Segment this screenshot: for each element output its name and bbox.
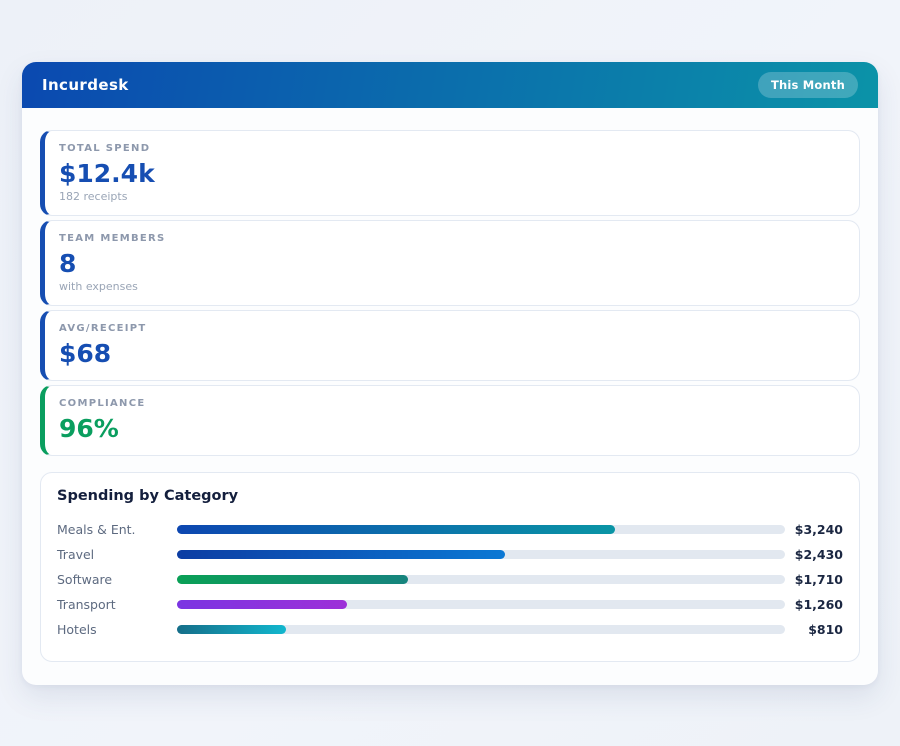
category-value: $2,430 (785, 547, 843, 562)
app-body: TOTAL SPEND $12.4k 182 receipts TEAM MEM… (22, 108, 878, 662)
app-header: Incurdesk This Month (22, 62, 878, 108)
stat-label: COMPLIANCE (59, 397, 843, 411)
app-title: Incurdesk (42, 76, 129, 94)
stat-label: AVG/RECEIPT (59, 322, 843, 336)
stat-sub: with expenses (59, 279, 843, 294)
bar-fill (177, 550, 505, 559)
period-badge-button[interactable]: This Month (758, 72, 858, 98)
bar-fill (177, 625, 286, 634)
stat-card-avg-receipt: AVG/RECEIPT $68 (40, 310, 860, 381)
spending-by-category-card: Spending by Category Meals & Ent. $3,240… (40, 472, 860, 662)
bar-fill (177, 575, 408, 584)
bar-track (177, 575, 785, 584)
bar-fill (177, 600, 347, 609)
category-label: Travel (57, 547, 177, 562)
category-value: $1,260 (785, 597, 843, 612)
chart-row-software: Software $1,710 (57, 567, 843, 592)
category-label: Software (57, 572, 177, 587)
stat-value: $12.4k (59, 158, 843, 189)
stat-value: 96% (59, 413, 843, 444)
category-label: Transport (57, 597, 177, 612)
stat-card-compliance: COMPLIANCE 96% (40, 385, 860, 456)
category-value: $1,710 (785, 572, 843, 587)
category-value: $810 (785, 622, 843, 637)
app-card: Incurdesk This Month TOTAL SPEND $12.4k … (22, 62, 878, 685)
chart-title: Spending by Category (57, 488, 843, 504)
chart-row-travel: Travel $2,430 (57, 542, 843, 567)
chart-row-meals: Meals & Ent. $3,240 (57, 517, 843, 542)
category-value: $3,240 (785, 522, 843, 537)
category-label: Hotels (57, 622, 177, 637)
bar-track (177, 550, 785, 559)
category-label: Meals & Ent. (57, 522, 177, 537)
bar-track (177, 600, 785, 609)
stat-value: $68 (59, 338, 843, 369)
bar-fill (177, 525, 615, 534)
bar-track (177, 525, 785, 534)
bar-track (177, 625, 785, 634)
stat-label: TOTAL SPEND (59, 142, 843, 156)
stat-sub: 182 receipts (59, 189, 843, 204)
stat-value: 8 (59, 248, 843, 279)
stat-card-team-members: TEAM MEMBERS 8 with expenses (40, 220, 860, 306)
chart-row-hotels: Hotels $810 (57, 617, 843, 642)
stat-card-total-spend: TOTAL SPEND $12.4k 182 receipts (40, 130, 860, 216)
chart-row-transport: Transport $1,260 (57, 592, 843, 617)
stat-label: TEAM MEMBERS (59, 232, 843, 246)
